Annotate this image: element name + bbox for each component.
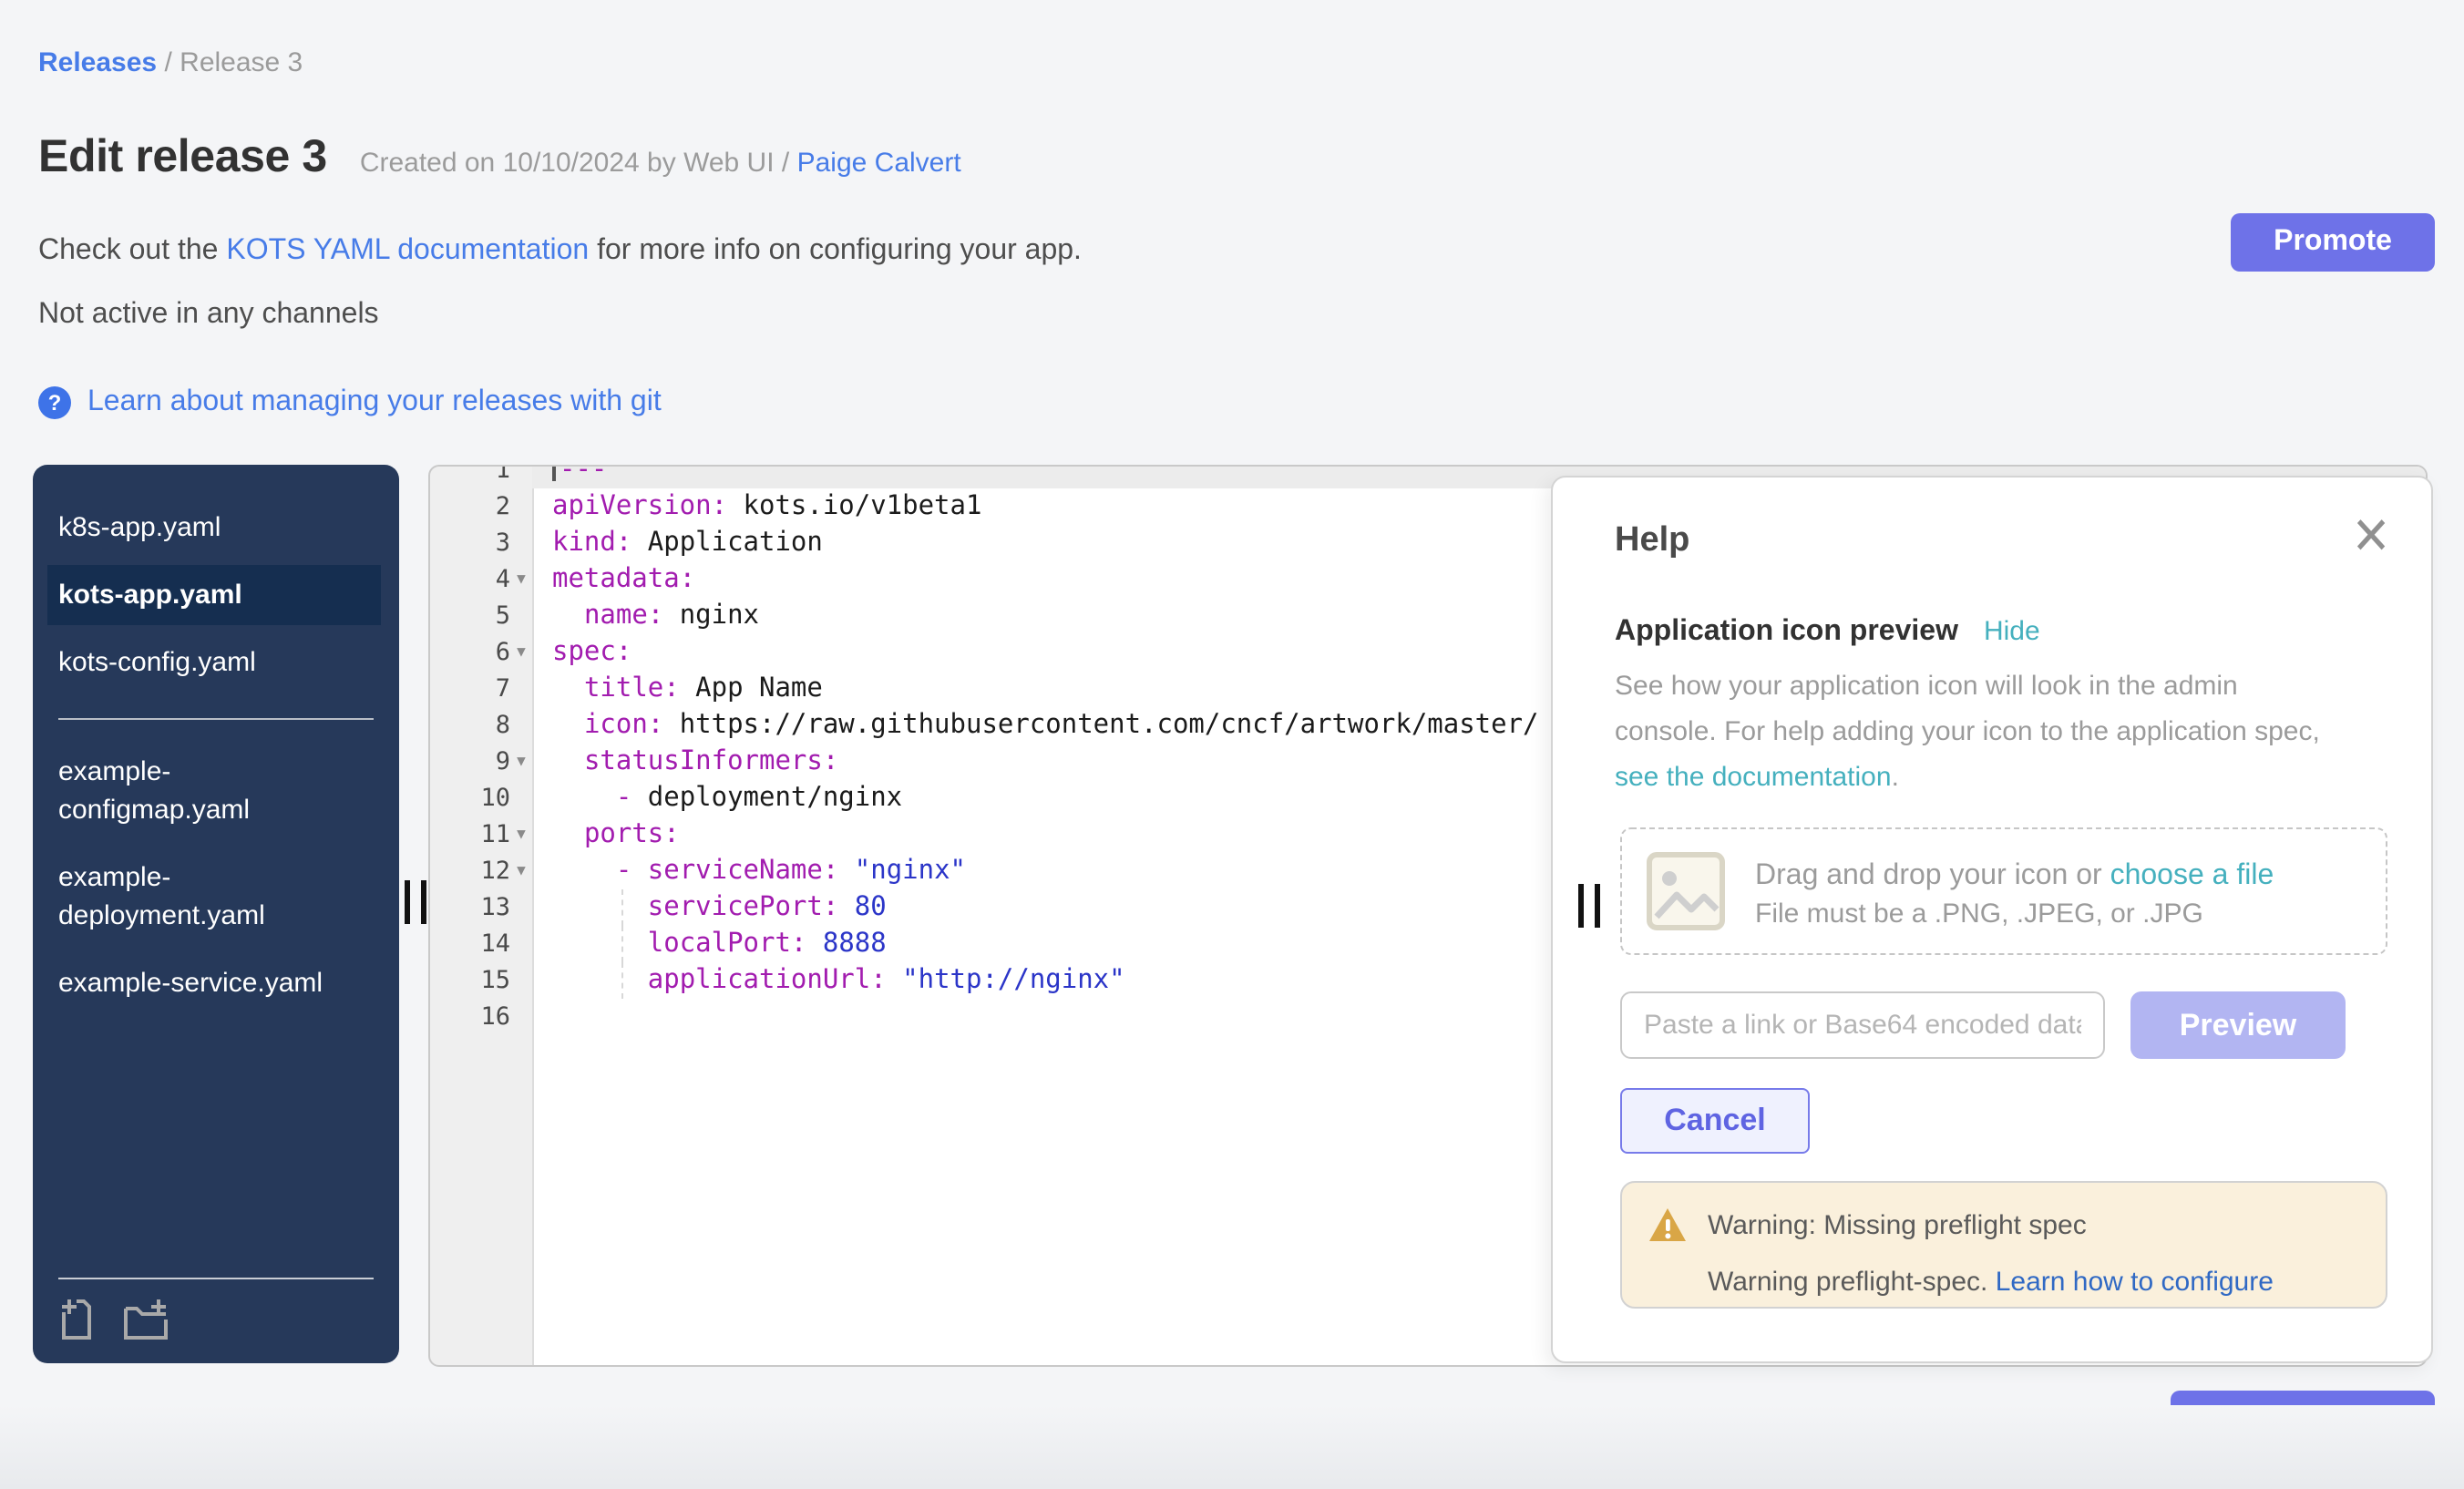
channel-status: Not active in any channels: [38, 299, 379, 332]
git-help-link[interactable]: ? Learn about managing your releases wit…: [38, 386, 662, 419]
created-text: Created on 10/10/2024 by Web UI /: [360, 148, 797, 179]
gutter-line-number: 13: [430, 889, 532, 926]
release-editor-page: Releases / Release 3 Edit release 3 Crea…: [0, 0, 2464, 1489]
warning-title: Warning: Missing preflight spec: [1708, 1209, 2087, 1240]
breadcrumb-current: Release 3: [180, 47, 303, 78]
add-folder-icon[interactable]: [122, 1298, 169, 1341]
sidebar-resize-handle[interactable]: [405, 880, 426, 924]
preview-button[interactable]: Preview: [2130, 991, 2346, 1059]
file-item[interactable]: kots-config.yaml: [47, 632, 357, 693]
file-list-divider: [58, 718, 374, 720]
gutter-line-number: 16: [430, 999, 532, 1035]
warning-icon: [1648, 1207, 1688, 1243]
sidebar-footer-divider: [58, 1278, 374, 1279]
file-item[interactable]: example-configmap.yaml: [47, 742, 357, 840]
help-panel-resize-handle[interactable]: [1578, 884, 1600, 928]
file-item[interactable]: kots-app.yaml: [47, 565, 381, 625]
breadcrumb-separator: /: [157, 47, 180, 78]
gutter-line-number: 5: [430, 598, 532, 634]
question-icon: ?: [38, 386, 71, 419]
icon-preview-title: Application icon preview: [1615, 616, 1958, 649]
icon-preview-section-header: Application icon preview Hide: [1615, 616, 2040, 649]
promote-button[interactable]: Promote: [2231, 213, 2435, 272]
fold-arrow-icon[interactable]: ▼: [510, 853, 532, 889]
file-sidebar: k8s-app.yaml kots-app.yaml kots-config.yam…: [33, 465, 399, 1363]
drop-zone-hint: File must be a .PNG, .JPEG, or .JPG: [1755, 898, 2274, 929]
breadcrumb-releases-link[interactable]: Releases: [38, 47, 157, 78]
sidebar-footer: [33, 1278, 399, 1363]
hide-link[interactable]: Hide: [1984, 616, 2040, 647]
gutter-line-number: 15: [430, 962, 532, 999]
text-cursor: [552, 465, 556, 481]
last-modified: Last modified on 10/10/2024: [40, 1409, 408, 1442]
breadcrumb: Releases / Release 3: [38, 47, 303, 78]
file-item[interactable]: example-deployment.yaml: [47, 847, 357, 946]
cancel-button[interactable]: Cancel: [1620, 1088, 1810, 1154]
drop-zone-text: Drag and drop your icon or choose a file: [1755, 854, 2274, 898]
warning-detail: Warning preflight-spec. Learn how to con…: [1708, 1267, 2356, 1298]
gutter-line-number: 14: [430, 926, 532, 962]
file-list-examples: example-configmap.yamlexample-deployment…: [33, 742, 399, 1021]
warning-configure-link[interactable]: Learn how to configure: [1996, 1267, 2274, 1298]
created-meta: Created on 10/10/2024 by Web UI / Paige …: [360, 148, 961, 179]
help-title: Help: [1615, 521, 1689, 561]
add-file-icon[interactable]: [58, 1298, 98, 1341]
gutter-line-number: 12▼: [430, 853, 532, 889]
drop-text-prefix: Drag and drop your icon or: [1755, 859, 2110, 890]
fold-arrow-icon[interactable]: ▼: [510, 744, 532, 780]
icon-url-row: Preview: [1620, 991, 2346, 1059]
file-item[interactable]: k8s-app.yaml: [47, 498, 357, 558]
fold-arrow-icon[interactable]: ▼: [510, 634, 532, 671]
description-text: See how your application icon will look …: [1615, 671, 2320, 747]
fold-arrow-icon[interactable]: ▼: [510, 561, 532, 598]
gutter-line-number: 9▼: [430, 744, 532, 780]
gutter-line-number: 1: [430, 465, 532, 488]
icon-drop-zone[interactable]: Drag and drop your icon or choose a file…: [1620, 827, 2387, 955]
fold-arrow-icon[interactable]: ▼: [510, 816, 532, 853]
page-title: Edit release 3: [38, 131, 327, 184]
close-icon[interactable]: ✕: [2351, 511, 2391, 563]
created-by-link[interactable]: Paige Calvert: [797, 148, 961, 179]
gutter-line-number: 11▼: [430, 816, 532, 853]
choose-file-link[interactable]: choose a file: [2110, 859, 2274, 890]
gutter-line-number: 6▼: [430, 634, 532, 671]
git-help-label: Learn about managing your releases with …: [87, 386, 662, 419]
gutter-line-number: 8: [430, 707, 532, 744]
gutter-line-number: 2: [430, 488, 532, 525]
file-item[interactable]: example-service.yaml: [47, 953, 357, 1013]
title-row: Edit release 3 Created on 10/10/2024 by …: [38, 131, 961, 184]
gutter-line-number: 4▼: [430, 561, 532, 598]
warning-detail-text: Warning preflight-spec.: [1708, 1267, 1996, 1298]
icon-url-input[interactable]: [1620, 991, 2105, 1059]
kots-yaml-doc-link[interactable]: KOTS YAML documentation: [226, 235, 589, 266]
intro-line: Check out the KOTS YAML documentation fo…: [38, 235, 1082, 268]
intro-text-before: Check out the: [38, 235, 226, 266]
icon-preview-description: See how your application icon will look …: [1615, 663, 2344, 800]
file-list-kots: k8s-app.yaml kots-app.yaml kots-config.yam…: [33, 498, 399, 700]
see-documentation-link[interactable]: see the documentation: [1615, 762, 1892, 793]
gutter-line-number: 3: [430, 525, 532, 561]
gutter-line-number: 7: [430, 671, 532, 707]
preflight-warning: Warning: Missing preflight spec Warning …: [1620, 1181, 2387, 1309]
description-suffix: .: [1892, 762, 1899, 793]
help-panel: ✕ Help Application icon preview Hide See…: [1551, 476, 2433, 1363]
save-release-button[interactable]: Save release: [2171, 1391, 2435, 1456]
image-placeholder-icon: [1646, 851, 1726, 931]
gutter-line-number: 10: [430, 780, 532, 816]
intro-text-after: for more info on configuring your app.: [589, 235, 1082, 266]
